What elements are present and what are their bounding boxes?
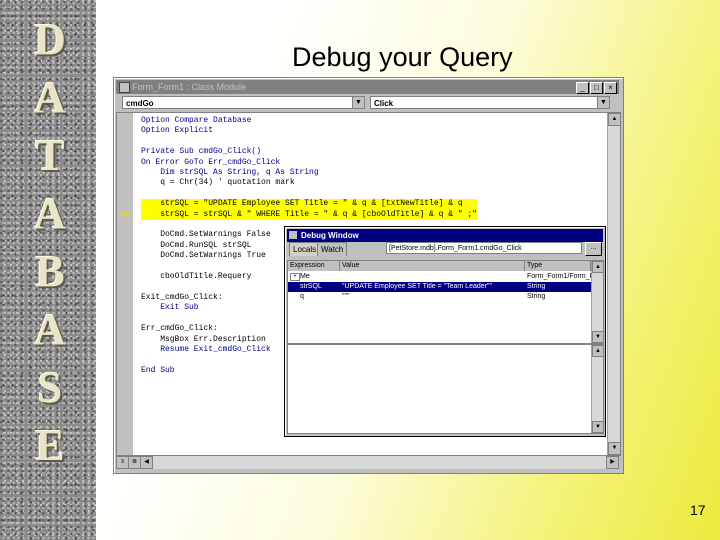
code-line[interactable]: [141, 137, 477, 147]
code-line[interactable]: [141, 189, 477, 199]
code-line[interactable]: strSQL = "UPDATE Employee SET Title = " …: [141, 199, 478, 210]
code-line[interactable]: On Error GoTo Err_cmdGo_Click: [141, 158, 477, 168]
scroll-up-icon[interactable]: ▲: [592, 261, 603, 273]
tab-locals[interactable]: Locals: [289, 242, 321, 256]
row-expression: q: [300, 293, 304, 300]
table-row[interactable]: q """ String: [288, 292, 591, 302]
table-row[interactable]: + Me Form_Form1/Form_Fo: [288, 272, 591, 282]
sidebar-letter: A: [34, 305, 66, 354]
scroll-down-icon[interactable]: ▼: [592, 421, 604, 433]
row-type: String: [527, 283, 546, 290]
sidebar-letter: A: [34, 73, 66, 122]
immediate-pane[interactable]: ▲ ▼: [287, 344, 604, 434]
horizontal-scrollbar[interactable]: ≡ ≣ ◀ ▶: [116, 456, 619, 469]
debug-window-title: Debug Window: [301, 231, 359, 240]
sidebar-letter: B: [35, 247, 65, 296]
code-line[interactable]: Option Compare Database: [141, 116, 477, 126]
procedure-combo-value: Click: [374, 99, 394, 108]
minimize-icon[interactable]: _: [576, 82, 589, 94]
calls-button[interactable]: ...: [585, 242, 602, 256]
procedure-combo[interactable]: Click ▼: [370, 96, 610, 109]
object-combo-value: cmdGo: [126, 99, 154, 108]
sidebar-letter: T: [35, 131, 65, 180]
code-line[interactable]: strSQL = strSQL & " WHERE Title = " & q …: [141, 209, 478, 221]
table-row[interactable]: strSQL "UPDATE Employee SET Title = "Tea…: [288, 282, 591, 292]
scroll-right-icon[interactable]: ▶: [606, 456, 619, 469]
margin-indicator-bar[interactable]: ⇨: [117, 113, 133, 455]
page-number: 17: [690, 502, 706, 518]
code-line[interactable]: Private Sub cmdGo_Click(): [141, 147, 477, 157]
slide-title: Debug your Query: [292, 42, 513, 72]
grid-vertical-scrollbar[interactable]: ▲ ▼: [591, 261, 603, 343]
column-header-expression[interactable]: Expression: [288, 261, 340, 271]
scroll-down-icon[interactable]: ▼: [608, 442, 621, 455]
object-combo[interactable]: cmdGo ▼: [122, 96, 365, 109]
row-expression: Me: [300, 273, 310, 280]
immediate-vertical-scrollbar[interactable]: ▲ ▼: [591, 345, 604, 433]
code-line[interactable]: Option Explicit: [141, 126, 477, 136]
chevron-down-icon[interactable]: ▼: [352, 97, 364, 108]
row-value[interactable]: """: [342, 292, 522, 302]
scroll-down-icon[interactable]: ▼: [592, 331, 603, 343]
vertical-scrollbar[interactable]: ▲ ▼: [607, 113, 621, 455]
code-line[interactable]: q = Chr(34) ' quotation mark: [141, 178, 477, 188]
locals-grid[interactable]: Expression Value Type + Me Form_Form1/Fo…: [287, 260, 604, 344]
module-icon: [119, 82, 130, 93]
debug-window-title-bar[interactable]: Debug Window: [287, 229, 603, 242]
sidebar-letter: S: [37, 363, 63, 412]
code-line[interactable]: Dim strSQL As String, q As String: [141, 168, 477, 178]
row-expression: strSQL: [300, 283, 322, 290]
close-icon[interactable]: ×: [604, 82, 617, 94]
column-header-type[interactable]: Type: [525, 261, 591, 271]
code-window-title-bar[interactable]: Form_Form1 : Class Module _ □ ×: [116, 80, 619, 94]
debug-icon: [289, 231, 297, 239]
code-window-title: Form_Form1 : Class Module: [132, 82, 247, 92]
expand-icon[interactable]: +: [290, 273, 300, 281]
sidebar-letter: D: [34, 15, 66, 64]
current-statement-arrow-icon: ⇨: [121, 208, 131, 220]
scroll-up-icon[interactable]: ▲: [592, 345, 604, 357]
grid-header: Expression Value Type: [288, 261, 591, 271]
maximize-icon[interactable]: □: [590, 82, 603, 94]
chevron-down-icon[interactable]: ▼: [597, 97, 609, 108]
sidebar-letters: D A T A B A S E: [0, 18, 96, 478]
scroll-left-icon[interactable]: ◀: [140, 456, 153, 469]
column-header-value[interactable]: Value: [340, 261, 525, 271]
row-type: String: [527, 293, 546, 300]
call-context: [PetStore.mdb].Form_Form1.cmdGo_Click: [386, 242, 582, 254]
debug-window: Debug Window Locals Watch [PetStore.mdb]…: [284, 226, 606, 437]
scroll-up-icon[interactable]: ▲: [608, 113, 621, 126]
tab-watch[interactable]: Watch: [317, 242, 348, 256]
sidebar-letter: E: [35, 421, 65, 470]
sidebar-letter: A: [34, 189, 66, 238]
row-value[interactable]: "UPDATE Employee SET Title = "Team Leade…: [342, 282, 522, 292]
row-type: Form_Form1/Form_Fo: [527, 273, 591, 280]
